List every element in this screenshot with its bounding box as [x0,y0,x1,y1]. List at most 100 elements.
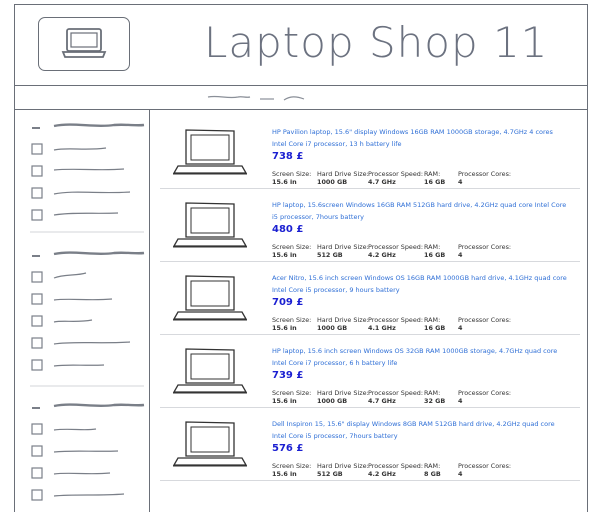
spec-item: Processor Speed: 4.7 GHz [368,389,423,405]
product-card[interactable]: Dell Inspiron 15, 15.6" display Windows … [160,408,580,481]
spec-value: 512 GB [317,470,343,478]
nav-scribble[interactable] [204,91,344,105]
spec-label: Processor Speed: [368,243,423,251]
product-title-link[interactable]: HP laptop, 15.6 inch screen Windows OS 3… [272,345,568,369]
product-list: HP Pavilion laptop, 15.6" display Window… [160,116,580,481]
spec-item: Screen Size: 15.6 in [272,462,311,478]
spec-label: Processor Cores: [458,243,512,251]
spec-value: 4.1 GHz [368,324,396,332]
product-card[interactable]: HP laptop, 15.6screen Windows 16GB RAM 5… [160,189,580,262]
spec-label: Processor Speed: [368,170,423,178]
product-card[interactable]: HP Pavilion laptop, 15.6" display Window… [160,116,580,189]
laptop-image [172,275,248,321]
product-image[interactable] [170,126,250,180]
spec-label: Screen Size: [272,389,312,397]
product-title-link[interactable]: HP laptop, 15.6screen Windows 16GB RAM 5… [272,199,568,223]
spec-item: Processor Speed: 4.1 GHz [368,316,423,332]
spec-label: Screen Size: [272,243,312,251]
spec-item: Screen Size: 15.6 in [272,243,311,259]
spec-value: 4.7 GHz [368,397,396,405]
spec-label: Hard Drive Size: [317,170,369,178]
product-price: 738 £ [272,151,304,162]
spec-value: 15.6 in [272,251,297,259]
product-card[interactable]: Acer Nitro, 15.6 inch screen Windows OS … [160,262,580,335]
spec-label: Processor Speed: [368,316,423,324]
spec-item: Screen Size: 15.6 in [272,389,311,405]
spec-label: Processor Cores: [458,389,512,397]
spec-label: Processor Speed: [368,462,423,470]
spec-value: 4 [458,251,463,259]
spec-value: 15.6 in [272,397,297,405]
product-title-link[interactable]: HP Pavilion laptop, 15.6" display Window… [272,126,568,150]
filter-sidebar [14,110,150,512]
spec-label: RAM: [424,170,441,178]
nav-bar [14,86,588,110]
spec-item: RAM: 16 GB [424,170,445,186]
spec-item: Processor Speed: 4.2 GHz [368,243,423,259]
header: Laptop Shop 11 [14,4,588,86]
product-title-link[interactable]: Acer Nitro, 15.6 inch screen Windows OS … [272,272,568,296]
spec-label: Screen Size: [272,316,312,324]
spec-value: 15.6 in [272,324,297,332]
spec-label: Processor Cores: [458,316,512,324]
spec-value: 1000 GB [317,324,348,332]
spec-item: Screen Size: 15.6 in [272,170,311,186]
spec-value: 4.2 GHz [368,470,396,478]
product-image[interactable] [170,418,250,472]
spec-label: RAM: [424,316,441,324]
spec-item: Hard Drive Size: 1000 GB [317,170,369,186]
spec-value: 512 GB [317,251,343,259]
spec-value: 1000 GB [317,178,348,186]
spec-value: 4.7 GHz [368,178,396,186]
laptop-image [172,129,248,175]
spec-label: Hard Drive Size: [317,462,369,470]
spec-item: RAM: 16 GB [424,243,445,259]
spec-value: 32 GB [424,397,446,405]
product-price: 709 £ [272,297,304,308]
spec-item: RAM: 32 GB [424,389,445,405]
filter-sketch [30,123,145,501]
spec-label: Hard Drive Size: [317,243,369,251]
spec-value: 16 GB [424,251,446,259]
spec-value: 15.6 in [272,470,297,478]
spec-label: Processor Cores: [458,462,512,470]
product-card[interactable]: HP laptop, 15.6 inch screen Windows OS 3… [160,335,580,408]
spec-item: Hard Drive Size: 1000 GB [317,389,369,405]
spec-item: Hard Drive Size: 1000 GB [317,316,369,332]
spec-value: 8 GB [424,470,441,478]
spec-item: RAM: 16 GB [424,316,445,332]
spec-label: RAM: [424,243,441,251]
spec-item: Processor Cores: 4 [458,316,511,332]
spec-label: RAM: [424,389,441,397]
laptop-image [172,348,248,394]
spec-item: Processor Speed: 4.7 GHz [368,170,423,186]
spec-value: 16 GB [424,178,446,186]
spec-value: 15.6 in [272,178,297,186]
spec-label: Screen Size: [272,170,312,178]
laptop-image [172,202,248,248]
spec-label: Processor Speed: [368,389,423,397]
product-title-link[interactable]: Dell Inspiron 15, 15.6" display Windows … [272,418,568,442]
product-image[interactable] [170,345,250,399]
spec-item: Processor Speed: 4.2 GHz [368,462,423,478]
spec-value: 4 [458,397,463,405]
product-image[interactable] [170,199,250,253]
spec-value: 4 [458,324,463,332]
spec-value: 4 [458,470,463,478]
logo[interactable] [38,17,130,71]
product-price: 739 £ [272,370,304,381]
spec-value: 16 GB [424,324,446,332]
spec-item: Processor Cores: 4 [458,462,511,478]
page-title: Laptop Shop 11 [204,18,549,67]
spec-value: 1000 GB [317,397,348,405]
spec-item: Processor Cores: 4 [458,170,511,186]
spec-value: 4.2 GHz [368,251,396,259]
spec-item: Hard Drive Size: 512 GB [317,462,369,478]
product-price: 480 £ [272,224,304,235]
product-image[interactable] [170,272,250,326]
spec-label: Processor Cores: [458,170,512,178]
spec-label: Screen Size: [272,462,312,470]
spec-item: Screen Size: 15.6 in [272,316,311,332]
spec-value: 4 [458,178,463,186]
spec-item: Hard Drive Size: 512 GB [317,243,369,259]
